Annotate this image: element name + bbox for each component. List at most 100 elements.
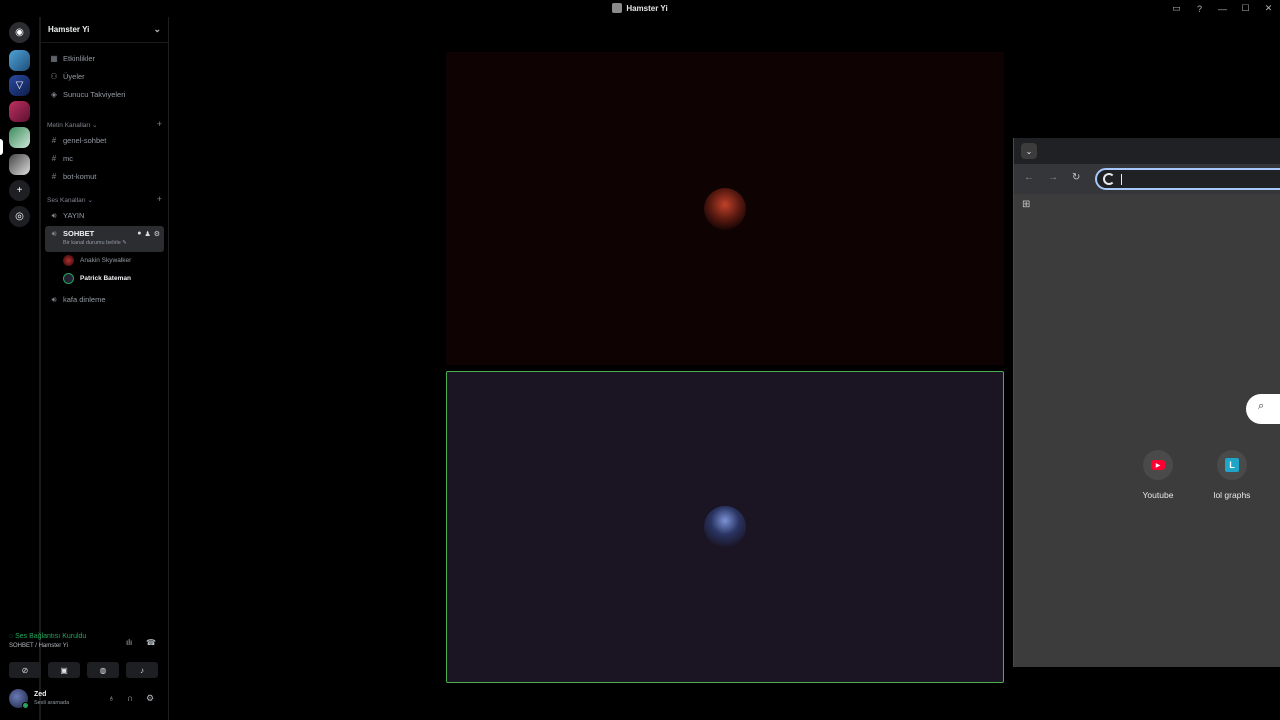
search-icon: ⌕ [1258,400,1265,412]
app-window: Hamster Yi ▭ ? — ☐ ✕ ◉ ▽ + ◎ Hamster Yi … [0,0,1280,720]
tab-search-dropdown[interactable]: ⌄ [1021,143,1037,159]
voice-user-name: Patrick Bateman [80,274,131,282]
nav-boosts-label: Sunucu Takviyeleri [63,90,126,99]
chevron-down-icon: ⌄ [153,24,161,34]
discord-home-icon[interactable]: ◉ [9,22,30,43]
omnibox[interactable] [1095,168,1280,190]
channel-status-prompt[interactable]: Bir kanal durumu belirle ✎ [63,240,127,246]
category-voice-channels[interactable]: Ses Kanalları ⌄ + [47,195,162,205]
username[interactable]: Zed [34,691,46,698]
speaker-icon: 🔊︎ [51,210,57,220]
gear-icon[interactable]: ⚙ [154,230,160,238]
voice-channel-path[interactable]: SOHBET / Hamster Yi [9,643,68,649]
add-channel-icon[interactable]: + [157,195,162,204]
shortcut-label: lol graphs [1213,490,1251,500]
server-rail: ◉ ▽ + ◎ [0,17,40,720]
avatar [63,254,74,266]
shortcut-circle: L [1217,450,1247,480]
boost-icon: ◈ [50,90,58,99]
voice-channel-sohbet[interactable]: 🔊︎ SOHBET Bir kanal durumu belirle ✎ ● ♟… [45,226,164,252]
minimize-button[interactable]: — [1211,0,1234,17]
voice-user-name: Anakin Skywalker [80,256,132,264]
nav-events[interactable]: ▦ Etkinlikler [45,50,164,67]
category-text-channels[interactable]: Metin Kanalları ⌄ + [47,120,162,130]
channel-mc[interactable]: # mc [45,150,164,167]
avatar [63,272,74,284]
server-icon-3[interactable] [9,101,30,122]
camera-off-button[interactable]: ⊘ [9,662,41,678]
title-bar-controls: ▭ ? — ☐ ✕ [1165,0,1280,17]
channel-status-text: Bir kanal durumu belirle [63,240,121,246]
browser-toolbar: ← → ↻ [1014,164,1280,194]
voice-connected-status[interactable]: ◌ Ses Bağlantısı Kuruldu [9,633,86,640]
help-icon[interactable]: ? [1188,0,1211,17]
text-caret [1121,174,1122,185]
members-icon: ⚇ [50,72,58,81]
apps-grid-icon[interactable]: ⊞ [1022,199,1030,210]
server-icon-1[interactable] [9,50,30,71]
category-voice-label: Ses Kanalları [47,197,86,204]
voice-channel-kafa-dinleme[interactable]: 🔊︎ kafa dinleme [45,291,164,308]
hashtag-icon: # [51,154,57,163]
server-icon-5[interactable] [9,154,30,175]
server-icon-hamster-yi[interactable] [9,127,30,148]
shortcut-label: Youtube [1142,490,1174,500]
voice-user[interactable]: Anakin Skywalker [63,253,164,267]
close-button[interactable]: ✕ [1257,0,1280,17]
channel-label: bot-komut [63,172,97,181]
gear-icon[interactable]: ⚙ [146,693,154,704]
back-icon[interactable]: ← [1024,172,1034,183]
noise-suppression-icon[interactable]: ılı [126,638,132,647]
hashtag-icon: # [51,136,57,145]
category-text-label: Metin Kanalları [47,122,91,129]
disconnect-icon[interactable]: ☎ [146,638,156,647]
nav-events-label: Etkinlikler [63,54,96,63]
add-channel-icon[interactable]: + [157,120,162,129]
voice-connection-panel: ◌ Ses Bağlantısı Kuruldu SOHBET / Hamste… [4,631,163,687]
selected-server-pill [0,139,3,155]
activities-button[interactable]: ◍ [87,662,119,678]
nav-members[interactable]: ⚇ Üyeler [45,68,164,85]
video-tile-anakin[interactable] [446,52,1004,365]
headphones-icon[interactable]: ∩ [127,693,133,703]
reload-icon[interactable]: ↻ [1072,172,1080,183]
voice-user-speaking[interactable]: Patrick Bateman [63,271,164,285]
speaker-icon: 🔊︎ [51,294,57,304]
channel-genel-sohbet[interactable]: # genel-sohbet [45,132,164,149]
shortcut-youtube[interactable]: ▶ Youtube [1133,450,1183,500]
screen-share-button[interactable]: ▣ [48,662,80,678]
browser-window: ⌄ ← → ↻ ⊞ ⌕ ▶ Youtube L lol graphs [1013,138,1280,667]
youtube-icon: ▶ [1151,460,1165,470]
speaker-icon: 🔊︎ [51,229,57,238]
title-bar: Hamster Yi ▭ ? — ☐ ✕ [0,0,1280,17]
add-server-icon[interactable]: + [9,180,30,201]
shortcut-lol-graphs[interactable]: L lol graphs [1207,450,1257,500]
calendar-icon: ▦ [50,54,58,63]
maximize-button[interactable]: ☐ [1234,0,1257,17]
guild-header[interactable]: Hamster Yi ⌄ [41,17,168,43]
channel-label: YAYIN [63,211,85,220]
bookmarks-bar: ⊞ [1014,194,1280,218]
guild-name: Hamster Yi [48,25,90,34]
chat-icon[interactable]: ● [137,230,141,238]
soundboard-button[interactable]: ♪ [126,662,158,678]
voice-channel-yayin[interactable]: 🔊︎ YAYIN [45,207,164,224]
window-title-text: Hamster Yi [626,4,668,13]
voice-status-text: Ses Bağlantısı Kuruldu [15,633,87,640]
channel-label: mc [63,154,73,163]
channel-label: SOHBET [63,229,95,238]
forward-icon[interactable]: → [1048,172,1058,183]
nav-server-boosts[interactable]: ◈ Sunucu Takviyeleri [45,86,164,103]
channel-label: genel-sohbet [63,136,107,145]
explore-servers-icon[interactable]: ◎ [9,206,30,227]
inbox-icon[interactable]: ▭ [1165,0,1188,17]
ntp-search-box[interactable]: ⌕ [1246,394,1280,424]
server-icon-2[interactable]: ▽ [9,75,30,96]
video-tile-speaking[interactable] [446,371,1004,683]
microphone-icon[interactable]: ♁ [108,693,115,703]
invite-icon[interactable]: ♟ [144,230,150,238]
channel-sidebar: Hamster Yi ⌄ ▦ Etkinlikler ⚇ Üyeler ◈ Sunuc… [40,17,169,720]
participant-avatar [704,506,746,548]
window-title: Hamster Yi [0,3,1280,13]
channel-bot-komut[interactable]: # bot-komut [45,168,164,185]
